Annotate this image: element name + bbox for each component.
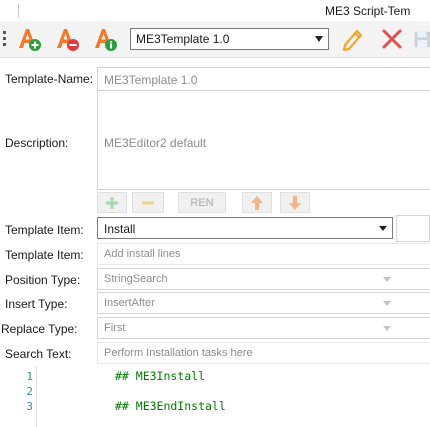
chevron-down-icon	[315, 36, 323, 42]
template-item-text-field[interactable]: Add install lines	[97, 243, 430, 265]
toolbar-grip[interactable]	[3, 31, 7, 47]
template-item-text-label: Template Item:	[5, 248, 84, 262]
template-name-label: Template-Name:	[5, 72, 94, 86]
chevron-down-icon	[383, 326, 391, 331]
chevron-down-icon	[383, 277, 391, 282]
plus-icon	[106, 196, 118, 209]
code-editor[interactable]	[0, 366, 430, 427]
minus-icon	[142, 201, 154, 204]
template-item-side-field[interactable]	[396, 215, 430, 242]
template-item-select-value: Install	[104, 222, 136, 236]
add-item-button[interactable]: +	[97, 192, 127, 213]
x-icon	[382, 29, 402, 49]
title-bar: ME3 Script-Tem	[0, 0, 430, 21]
insert-type-value: InsertAfter	[104, 297, 155, 309]
template-select-value: ME3Template 1.0	[136, 32, 230, 46]
a-minus-icon	[57, 29, 79, 51]
template-name-value: ME3Template 1.0	[104, 73, 198, 87]
search-text-placeholder: Perform Installation tasks here	[104, 347, 253, 359]
description-field[interactable]: ME3Editor2 default	[97, 90, 430, 190]
chevron-down-icon	[383, 301, 391, 306]
search-text-field[interactable]: Perform Installation tasks here	[97, 342, 430, 364]
rename-item-label: REN	[190, 196, 214, 209]
add-template-button[interactable]	[16, 25, 42, 53]
pencil-icon	[342, 29, 363, 52]
description-value: ME3Editor2 default	[104, 136, 207, 150]
delete-button[interactable]	[379, 25, 405, 53]
template-item-text-placeholder: Add install lines	[104, 248, 181, 260]
template-name-field[interactable]: ME3Template 1.0	[97, 67, 430, 91]
chevron-down-icon	[379, 226, 387, 231]
insert-type-select[interactable]: InsertAfter	[97, 292, 430, 314]
code-line: ## ME3EndInstall	[115, 399, 226, 413]
line-number: 3	[26, 400, 33, 413]
replace-type-label: Replace Type:	[1, 322, 78, 336]
line-number: 1	[26, 370, 33, 383]
remove-template-button[interactable]	[54, 25, 80, 53]
replace-type-value: First	[104, 322, 126, 334]
save-icon	[414, 31, 430, 48]
template-info-button[interactable]	[92, 25, 118, 53]
edit-button[interactable]	[340, 25, 366, 53]
code-line: ## ME3Install	[115, 369, 206, 383]
title-bar-divider	[18, 4, 19, 17]
rename-item-button[interactable]: REN	[178, 192, 226, 213]
move-down-button[interactable]: ↓	[280, 192, 310, 213]
a-plus-icon	[19, 29, 41, 51]
a-info-icon	[95, 29, 117, 51]
replace-type-select[interactable]: First	[97, 317, 430, 339]
position-type-label: Position Type:	[5, 273, 81, 287]
template-item-select[interactable]: Install	[97, 217, 393, 239]
remove-item-button[interactable]: −	[132, 192, 164, 213]
save-button[interactable]	[412, 25, 430, 53]
search-text-label: Search Text:	[5, 347, 72, 361]
position-type-value: StringSearch	[104, 273, 168, 285]
toolbar: ME3Template 1.0	[0, 21, 430, 58]
insert-type-label: Insert Type:	[5, 297, 68, 311]
arrow-up-icon	[251, 195, 263, 210]
arrow-down-icon	[289, 195, 301, 210]
move-up-button[interactable]: ↑	[242, 192, 272, 213]
description-label: Description:	[5, 136, 69, 150]
position-type-select[interactable]: StringSearch	[97, 268, 430, 290]
template-item-select-label: Template Item:	[5, 223, 84, 237]
editor-gutter-divider	[36, 366, 37, 427]
template-select[interactable]: ME3Template 1.0	[130, 28, 329, 50]
line-number: 2	[26, 385, 33, 398]
window-title: ME3 Script-Tem	[325, 4, 411, 18]
